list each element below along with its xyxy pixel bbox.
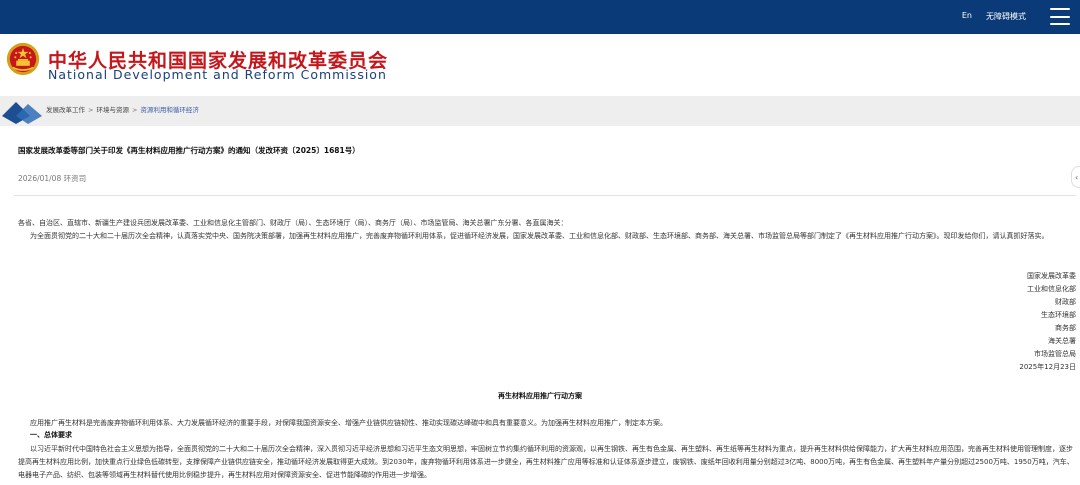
breadcrumb-item-environment[interactable]: 环境与资源 [96, 106, 129, 114]
national-emblem-icon[interactable] [6, 42, 40, 76]
top-links: En 无障碍模式 [962, 11, 1026, 22]
breadcrumb-band: 发展改革工作 > 环境与资源 > 资源利用和循环经济 [0, 96, 1080, 126]
issue-date: 2025年12月23日 [1019, 363, 1076, 371]
breadcrumb-item-current[interactable]: 资源利用和循环经济 [140, 106, 199, 114]
article-title: 国家发展改革委等部门关于印发《再生材料应用推广行动方案》的通知（发改环资〔202… [18, 146, 360, 155]
signer-line: 市场监管总局 [1034, 350, 1076, 358]
site-header: 中华人民共和国国家发展和改革委员会 National Development a… [0, 34, 1080, 100]
site-name-english[interactable]: National Development and Reform Commissi… [48, 67, 387, 82]
intro-paragraph: 为全面贯彻党的二十大和二十届历次全会精神，认真落实党中央、国务院决策部署，加强再… [30, 232, 1049, 240]
section-paragraph: 以习近平新时代中国特色社会主义思想为指导，全面贯彻党的二十大和二十届历次全会精神… [18, 445, 1074, 479]
accessibility-mode-link[interactable]: 无障碍模式 [986, 11, 1026, 22]
section-heading: 一、总体要求 [30, 431, 72, 439]
signer-line: 海关总署 [1048, 337, 1076, 345]
breadcrumb-item-work[interactable]: 发展改革工作 [46, 106, 85, 114]
breadcrumb: 发展改革工作 > 环境与资源 > 资源利用和循环经济 [46, 104, 199, 114]
breadcrumb-separator: > [88, 106, 94, 114]
signer-line: 商务部 [1055, 324, 1076, 332]
signer-line: 财政部 [1055, 298, 1076, 306]
divider [14, 195, 1076, 196]
chevron-left-icon: ‹ [1075, 172, 1079, 182]
breadcrumb-separator: > [131, 106, 138, 114]
top-bar: En 无障碍模式 [0, 0, 1080, 34]
english-link[interactable]: En [962, 11, 972, 22]
plan-title: 再生材料应用推广行动方案 [498, 392, 582, 400]
signer-line: 工业和信息化部 [1027, 285, 1076, 293]
signers-block: 国家发展改革委 工业和信息化部 财政部 生态环境部 商务部 海关总署 市场监管总… [1019, 270, 1076, 374]
signer-line: 生态环境部 [1041, 311, 1076, 319]
article-meta: 2026/01/08 环资司 [18, 174, 87, 183]
hamburger-menu-icon[interactable] [1050, 8, 1070, 25]
plan-intro-paragraph: 应用推广再生材料是完善废弃物循环利用体系、大力发展循环经济的重要手段，对保障我国… [30, 419, 667, 427]
signer-line: 国家发展改革委 [1027, 272, 1076, 280]
decorative-shape-icon [2, 102, 42, 124]
recipients-paragraph: 各省、自治区、直辖市、新疆生产建设兵团发展改革委、工业和信息化主管部门、财政厅（… [18, 219, 568, 227]
side-collapse-button[interactable]: ‹ [1071, 166, 1080, 188]
